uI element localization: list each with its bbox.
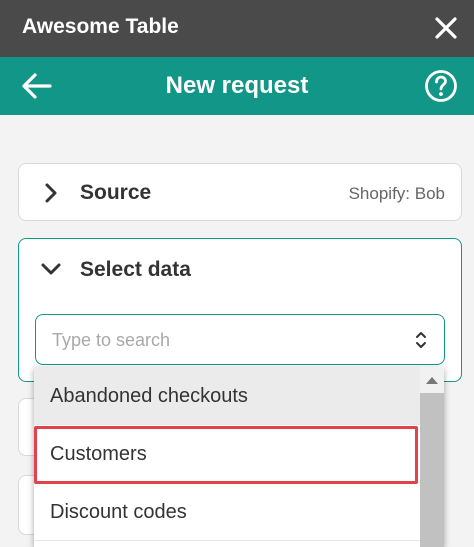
select-data-label: Select data [80, 258, 191, 281]
dropdown-option[interactable]: Discount codes [34, 483, 420, 541]
window-title: Awesome Table [22, 15, 179, 38]
panel-header: New request [0, 57, 474, 115]
source-label: Source [80, 181, 152, 204]
scrollbar[interactable] [420, 367, 444, 547]
help-icon[interactable] [424, 69, 458, 103]
chevron-right-icon [45, 183, 57, 203]
select-arrows-icon [416, 332, 426, 348]
titlebar: Awesome Table [0, 0, 474, 57]
select-data-section: Select data Type to search [18, 238, 462, 382]
search-placeholder: Type to search [52, 330, 171, 350]
data-dropdown-list: Abandoned checkouts Customers Discount c… [34, 367, 444, 547]
search-input[interactable]: Type to search [35, 314, 445, 365]
dropdown-option[interactable]: Abandoned checkouts [34, 367, 420, 425]
page-title: New request [165, 72, 309, 99]
scrollbar-thumb[interactable] [420, 393, 444, 547]
source-section[interactable]: Source Shopify: Bob [18, 163, 462, 221]
chevron-down-icon[interactable] [39, 257, 63, 281]
close-icon[interactable] [428, 10, 464, 46]
scroll-up-arrow-icon[interactable] [425, 375, 439, 385]
source-value: Shopify: Bob [348, 184, 445, 203]
highlight-box [34, 426, 418, 484]
